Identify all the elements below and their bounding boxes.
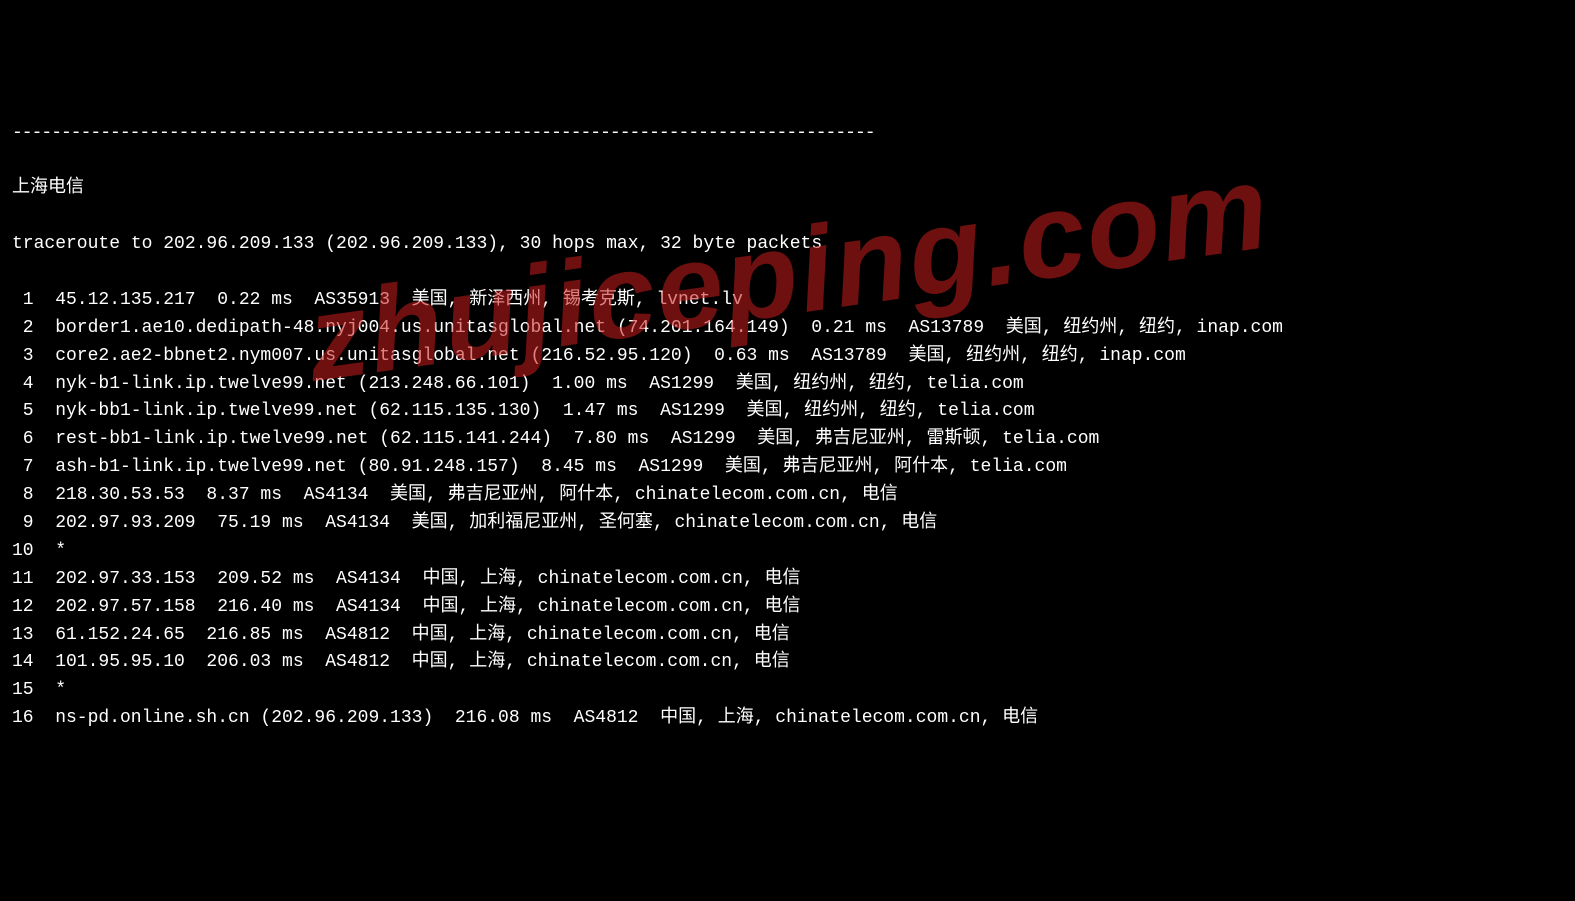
hop-number: 15 — [12, 677, 34, 705]
hop-details: ash-b1-link.ip.twelve99.net (80.91.248.1… — [55, 457, 1067, 477]
hop-details: * — [55, 680, 66, 700]
hop-number: 13 — [12, 622, 34, 650]
hop-number: 16 — [12, 705, 34, 733]
hop-number: 9 — [12, 510, 34, 538]
hop-row: 11 202.97.33.153 209.52 ms AS4134 中国, 上海,… — [12, 566, 1563, 594]
hop-number: 14 — [12, 649, 34, 677]
hop-number: 8 — [12, 482, 34, 510]
hop-number: 6 — [12, 426, 34, 454]
hop-row: 16 ns-pd.online.sh.cn (202.96.209.133) 21… — [12, 705, 1563, 733]
hop-row: 5 nyk-bb1-link.ip.twelve99.net (62.115.13… — [12, 398, 1563, 426]
hop-details: nyk-b1-link.ip.twelve99.net (213.248.66.… — [55, 374, 1024, 394]
hop-row: 14 101.95.95.10 206.03 ms AS4812 中国, 上海, … — [12, 649, 1563, 677]
hop-details: * — [55, 541, 66, 561]
hop-number: 7 — [12, 454, 34, 482]
hop-details: 202.97.93.209 75.19 ms AS4134 美国, 加利福尼亚州… — [55, 513, 937, 533]
location-isp-label: 上海电信 — [12, 175, 1563, 203]
hop-details: 61.152.24.65 216.85 ms AS4812 中国, 上海, ch… — [55, 625, 790, 645]
hop-row: 8 218.30.53.53 8.37 ms AS4134 美国, 弗吉尼亚州, … — [12, 482, 1563, 510]
hop-number: 1 — [12, 287, 34, 315]
hop-row: 4 nyk-b1-link.ip.twelve99.net (213.248.66… — [12, 371, 1563, 399]
hop-details: ns-pd.online.sh.cn (202.96.209.133) 216.… — [55, 708, 1038, 728]
hop-details: 202.97.57.158 216.40 ms AS4134 中国, 上海, c… — [55, 597, 800, 617]
hop-details: 202.97.33.153 209.52 ms AS4134 中国, 上海, c… — [55, 569, 800, 589]
hop-number: 3 — [12, 343, 34, 371]
hop-row: 7 ash-b1-link.ip.twelve99.net (80.91.248.… — [12, 454, 1563, 482]
hop-number: 12 — [12, 594, 34, 622]
hop-number: 5 — [12, 398, 34, 426]
hop-details: 218.30.53.53 8.37 ms AS4134 美国, 弗吉尼亚州, 阿… — [55, 485, 898, 505]
hop-row: 1 45.12.135.217 0.22 ms AS35913 美国, 新泽西州,… — [12, 287, 1563, 315]
hop-details: core2.ae2-bbnet2.nym007.us.unitasglobal.… — [55, 346, 1186, 366]
hop-details: 45.12.135.217 0.22 ms AS35913 美国, 新泽西州, … — [55, 290, 743, 310]
hop-number: 2 — [12, 315, 34, 343]
hop-details: border1.ae10.dedipath-48.nyj004.us.unita… — [55, 318, 1283, 338]
hop-row: 9 202.97.93.209 75.19 ms AS4134 美国, 加利福尼亚… — [12, 510, 1563, 538]
hop-row: 10 * — [12, 538, 1563, 566]
hop-details: rest-bb1-link.ip.twelve99.net (62.115.14… — [55, 429, 1099, 449]
hop-row: 3 core2.ae2-bbnet2.nym007.us.unitasglobal… — [12, 343, 1563, 371]
hop-row: 6 rest-bb1-link.ip.twelve99.net (62.115.1… — [12, 426, 1563, 454]
traceroute-hops: 1 45.12.135.217 0.22 ms AS35913 美国, 新泽西州,… — [12, 287, 1563, 733]
hop-row: 12 202.97.57.158 216.40 ms AS4134 中国, 上海,… — [12, 594, 1563, 622]
traceroute-header: traceroute to 202.96.209.133 (202.96.209… — [12, 231, 1563, 259]
separator-line: ----------------------------------------… — [12, 120, 1563, 148]
hop-details: 101.95.95.10 206.03 ms AS4812 中国, 上海, ch… — [55, 652, 790, 672]
hop-number: 4 — [12, 371, 34, 399]
hop-row: 2 border1.ae10.dedipath-48.nyj004.us.unit… — [12, 315, 1563, 343]
hop-row: 13 61.152.24.65 216.85 ms AS4812 中国, 上海, … — [12, 622, 1563, 650]
hop-number: 11 — [12, 566, 34, 594]
hop-row: 15 * — [12, 677, 1563, 705]
hop-number: 10 — [12, 538, 34, 566]
hop-details: nyk-bb1-link.ip.twelve99.net (62.115.135… — [55, 401, 1034, 421]
